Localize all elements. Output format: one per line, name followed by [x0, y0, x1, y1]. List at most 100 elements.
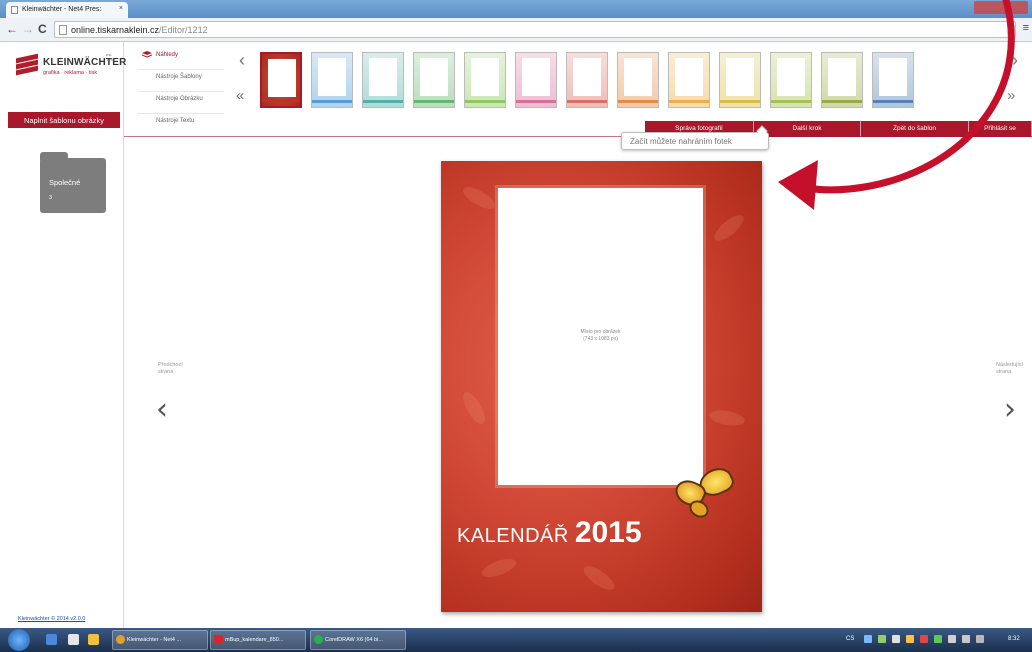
thumbnail-photo-area	[471, 58, 499, 96]
image-viewer-icon	[214, 635, 223, 644]
photo-placeholder[interactable]: Místo pro obrázek (743 x 1083 px)	[498, 188, 703, 485]
template-thumbnail[interactable]	[719, 52, 761, 108]
tools-menu: Náhledy Nástroje Šablony Nástroje Obrázk…	[138, 48, 224, 136]
template-thumbnail[interactable]	[362, 52, 404, 108]
thumbs-prev-fast-icon[interactable]: «	[236, 87, 245, 104]
leaf-decoration	[459, 182, 499, 214]
tray-icon[interactable]	[878, 635, 886, 643]
tool-template[interactable]: Nástroje Šablony	[138, 70, 224, 92]
thumbnail-stripe	[720, 100, 760, 103]
prev-page-label-line2: strana	[158, 369, 174, 375]
left-sidebar: KLEINWÄCHTER grafika · reklama · tisk es…	[0, 42, 126, 628]
template-thumbnail[interactable]	[515, 52, 557, 108]
page-icon	[59, 25, 67, 35]
tool-label: Nástroje Šablony	[156, 74, 202, 80]
calendar-title[interactable]: KALENDÁŘ 2015	[457, 516, 642, 550]
thumbnail-stripe	[567, 100, 607, 103]
tool-text[interactable]: Nástroje Textu	[138, 114, 224, 136]
close-tab-icon[interactable]: ×	[119, 5, 123, 12]
thumbnail-stripe	[312, 100, 352, 103]
logo: KLEINWÄCHTER grafika · reklama · tisk es…	[16, 52, 126, 84]
thumbnail-photo-area	[522, 58, 550, 96]
template-thumbnail[interactable]	[464, 52, 506, 108]
thumbnail-stripe	[363, 100, 403, 103]
language-indicator[interactable]: CS	[846, 636, 854, 642]
leaf-decoration	[710, 211, 748, 245]
red-curved-arrow-icon	[778, 0, 1015, 210]
thumbnail-stripe	[414, 100, 454, 103]
template-thumbnail[interactable]: 2015	[260, 52, 302, 108]
prev-page-label-line1: Předchozí	[158, 362, 183, 368]
tray-icon[interactable]	[892, 635, 900, 643]
butterfly-image	[671, 463, 741, 527]
folder-name: Společné	[49, 178, 81, 187]
browser-tab[interactable]: Kleinwächter - Net4 Pres: ×	[6, 2, 128, 18]
thumbnail-stripe	[669, 100, 709, 103]
thumbs-prev-icon[interactable]: ‹	[239, 50, 245, 71]
tray-icon[interactable]	[920, 635, 928, 643]
folder-count: 3	[49, 195, 53, 201]
url-path: /Editor/1212	[159, 25, 208, 35]
taskbar-item-label: mBup_kalendare_850...	[225, 637, 284, 643]
prev-page-label[interactable]: Předchozí strana	[158, 362, 183, 376]
folder-shared[interactable]: Společné 3	[40, 152, 106, 213]
page-icon	[11, 6, 18, 14]
tool-previews[interactable]: Náhledy	[138, 48, 224, 70]
forward-icon[interactable]: →	[22, 22, 34, 36]
fill-template-button[interactable]: Naplnit šablonu obrázky	[8, 112, 120, 128]
logo-small-text: est. 1991	[106, 52, 115, 62]
tool-image[interactable]: Nástroje Obrázku	[138, 92, 224, 114]
taskbar-item-corel[interactable]: CorelDRAW X6 (64 bi...	[310, 630, 406, 650]
thumbnail-photo-area	[624, 58, 652, 96]
next-page-label[interactable]: Následující strana	[996, 362, 1023, 376]
back-icon[interactable]: ←	[6, 22, 18, 36]
battery-icon[interactable]	[976, 635, 984, 643]
leaf-decoration	[708, 407, 746, 429]
coreldraw-icon	[314, 635, 323, 644]
tray-icon[interactable]	[906, 635, 914, 643]
start-button-icon[interactable]	[8, 629, 30, 651]
logo-mark-icon	[16, 53, 40, 76]
taskbar-item-browser[interactable]: Kleinwächter - Net4 ...	[112, 630, 208, 650]
next-page-arrow-icon[interactable]: ›	[1004, 392, 1016, 427]
leaf-decoration	[580, 561, 618, 595]
folder-quick-icon[interactable]	[88, 634, 99, 645]
tool-label: Nástroje Obrázku	[156, 96, 203, 102]
thumbnail-photo-area	[675, 58, 703, 96]
tray-icon[interactable]	[864, 635, 872, 643]
os-taskbar: Kleinwächter - Net4 ... mBup_kalendare_8…	[0, 628, 1032, 652]
thumbnail-label: 2015	[280, 92, 292, 98]
explorer-quick-icon[interactable]	[46, 634, 57, 645]
thumbnail-photo-area	[318, 58, 346, 96]
next-page-label-line1: Následující	[996, 362, 1024, 368]
footer-version-link[interactable]: Kleinwächter © 2014 v2.0.0	[18, 616, 85, 622]
hint-tooltip: Začít můžete nahráním fotek	[621, 125, 769, 150]
volume-icon[interactable]	[962, 635, 970, 643]
prev-page-arrow-icon[interactable]: ‹	[156, 392, 168, 427]
media-quick-icon[interactable]	[68, 634, 79, 645]
template-thumbnail[interactable]	[566, 52, 608, 108]
template-thumbnail[interactable]	[413, 52, 455, 108]
tool-label: Náhledy	[156, 52, 179, 58]
calendar-page-preview: Místo pro obrázek (743 x 1083 px) KALEND…	[441, 161, 762, 612]
template-thumbnail[interactable]	[311, 52, 353, 108]
logo-tagline: grafika · reklama · tisk	[43, 70, 98, 76]
thumbnail-photo-area	[420, 58, 448, 96]
thumbnail-photo-area	[369, 58, 397, 96]
tray-icon[interactable]	[934, 635, 942, 643]
leaf-decoration	[479, 555, 519, 581]
network-icon[interactable]	[948, 635, 956, 643]
tooltip-text: Začít můžete nahráním fotek	[630, 137, 732, 146]
layers-icon	[142, 51, 152, 58]
calendar-title-year: 2015	[574, 516, 642, 549]
thumbnail-stripe	[618, 100, 658, 103]
calendar-title-word: KALENDÁŘ	[457, 525, 569, 547]
tab-title: Kleinwächter - Net4 Pres:	[22, 6, 102, 13]
browser-icon	[116, 635, 125, 644]
thumbnail-photo-area	[573, 58, 601, 96]
taskbar-item-folder[interactable]: mBup_kalendare_850...	[210, 630, 306, 650]
template-thumbnail[interactable]	[668, 52, 710, 108]
reload-icon[interactable]: C	[38, 22, 47, 36]
taskbar-item-label: Kleinwächter - Net4 ...	[127, 637, 182, 643]
template-thumbnail[interactable]	[617, 52, 659, 108]
